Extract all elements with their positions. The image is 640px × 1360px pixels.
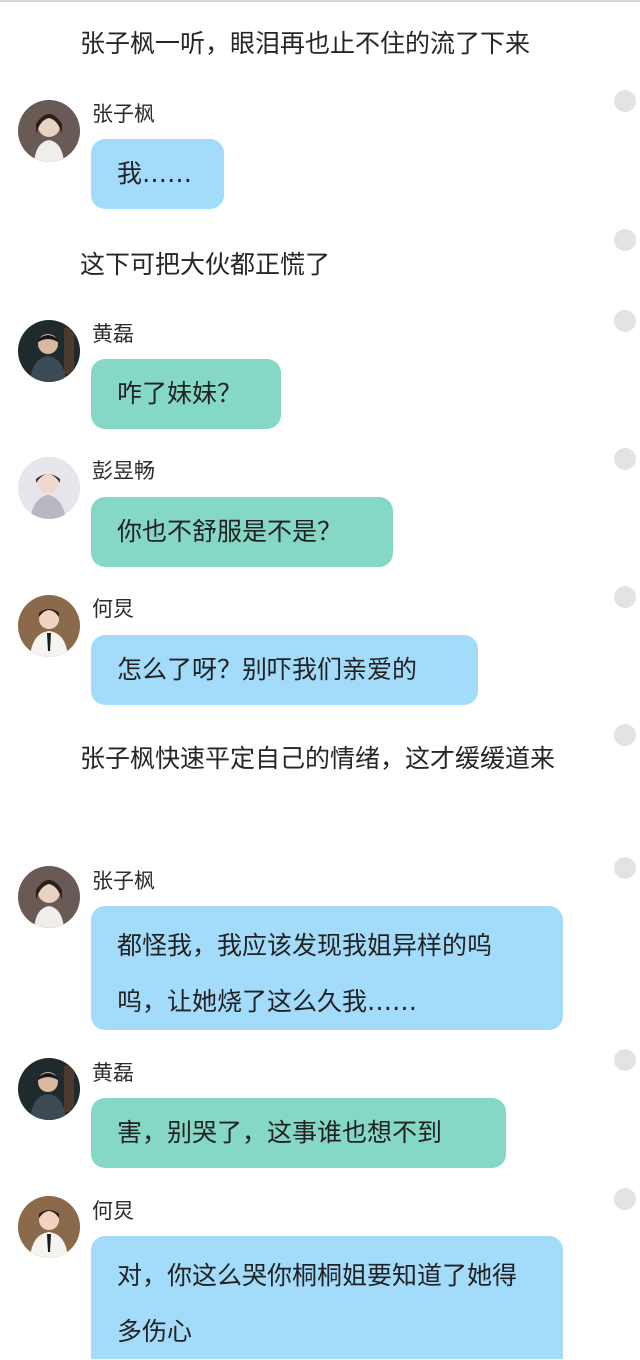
chat-bubble: 都怪我，我应该发现我姐异样的呜呜，让她烧了这么久我…… [91,906,563,1030]
he-jiong-avatar[interactable] [18,1196,80,1258]
narration-text: 这下可把大伙都正慌了 [80,250,331,279]
scroll-marker-dot [614,1049,636,1071]
scroll-marker-dot [614,586,636,608]
zhang-zifeng-avatar[interactable] [18,866,80,928]
chat-bubble: 咋了妹妹？ [91,359,281,429]
scroll-marker-dot [614,310,636,332]
scroll-marker-dot [614,857,636,879]
scroll-marker-dot [614,229,636,251]
scroll-marker-dot [614,448,636,470]
narration-text: 张子枫快速平定自己的情绪，这才缓缓道来 [80,744,556,773]
huang-lei-avatar[interactable] [18,1058,80,1120]
narration-text: 张子枫一听，眼泪再也止不住的流了下来 [80,29,531,58]
speaker-name: 何炅 [92,597,134,621]
scroll-marker-dot [614,724,636,746]
zhang-zifeng-avatar[interactable] [18,100,80,162]
scroll-marker-dot [614,1188,636,1210]
chat-bubble: 害，别哭了，这事谁也想不到 [91,1098,506,1168]
chat-bubble: 怎么了呀？别吓我们亲爱的 [91,635,478,705]
he-jiong-avatar[interactable] [18,595,80,657]
huang-lei-avatar[interactable] [18,320,80,382]
chat-bubble: 你也不舒服是不是？ [91,497,393,567]
speaker-name: 彭昱畅 [92,459,155,483]
speaker-name: 黄磊 [92,1061,134,1085]
speaker-name: 张子枫 [92,869,155,893]
chat-bubble: 我…… [91,139,224,209]
speaker-name: 张子枫 [92,102,155,126]
peng-yuchang-avatar[interactable] [18,457,80,519]
speaker-name: 黄磊 [92,322,134,346]
scroll-marker-dot [614,90,636,112]
speaker-name: 何炅 [92,1199,134,1223]
top-divider [0,0,640,2]
chat-bubble: 对，你这么哭你桐桐姐要知道了她得多伤心 [91,1236,563,1359]
